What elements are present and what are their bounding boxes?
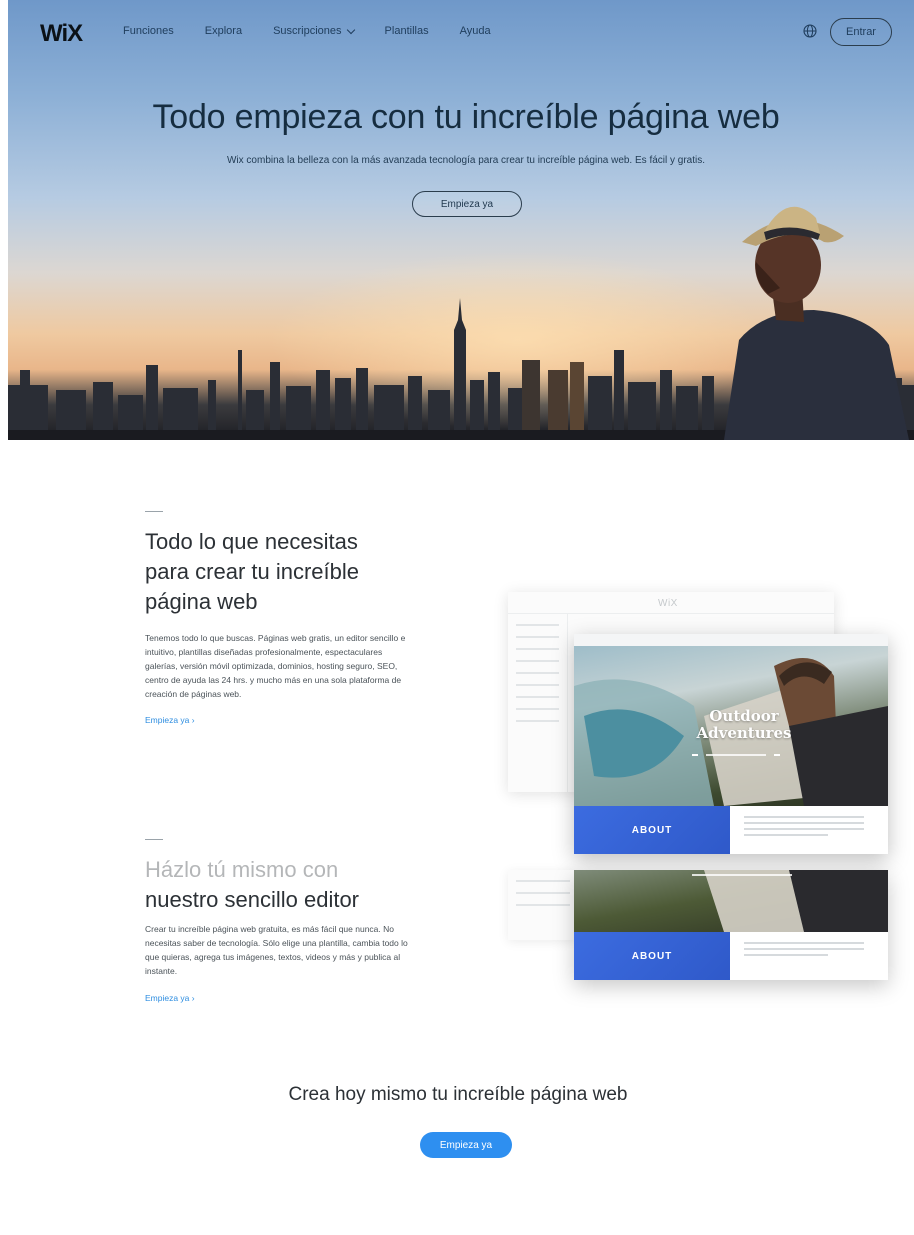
- about-label: ABOUT: [574, 932, 730, 980]
- hero-section: WiX Funciones Explora Suscripciones Plan…: [8, 0, 914, 440]
- nav-menu: Funciones Explora Suscripciones Plantill…: [123, 25, 522, 37]
- about-text-lines: [744, 942, 864, 960]
- feature1-title: Todo lo que necesitas para crear tu incr…: [145, 527, 359, 617]
- nav-item-label: Suscripciones: [273, 25, 342, 37]
- hero-start-button[interactable]: Empieza ya: [412, 191, 522, 217]
- feature1-description: Tenemos todo lo que buscas. Páginas web …: [145, 633, 406, 699]
- feature1-title-line: Todo lo que necesitas: [145, 529, 358, 554]
- feature2-title: Házlo tú mismo con nuestro sencillo edit…: [145, 855, 359, 915]
- login-button[interactable]: Entrar: [830, 18, 892, 46]
- nav-item-label: Ayuda: [459, 25, 491, 37]
- feature1-start-link[interactable]: Empieza ya ›: [145, 715, 195, 725]
- nav-item-suscripciones[interactable]: Suscripciones: [273, 25, 355, 37]
- bottom-start-button[interactable]: Empieza ya: [420, 1132, 512, 1158]
- about-text-lines: [744, 816, 864, 840]
- feature2-title-line: Házlo tú mismo con: [145, 857, 339, 882]
- globe-icon[interactable]: [803, 24, 817, 38]
- nav-item-funciones[interactable]: Funciones: [123, 25, 174, 37]
- feature1-title-line: página web: [145, 589, 258, 614]
- hero-person-image: [724, 206, 909, 440]
- template-preview-scrolled: ABOUT: [574, 870, 888, 980]
- site-hero-title: Outdoor Adventures: [696, 707, 792, 742]
- nav-item-explora[interactable]: Explora: [205, 25, 242, 37]
- editor-topbar: WiX: [508, 592, 834, 614]
- editor-logo: WiX: [658, 598, 678, 609]
- bottom-cta-title: Crea hoy mismo tu increíble página web: [288, 1084, 628, 1105]
- preview-topbar: [574, 634, 888, 646]
- about-label: ABOUT: [574, 806, 730, 854]
- template-preview: Outdoor Adventures ABOUT: [574, 634, 888, 854]
- about-section: ABOUT: [574, 932, 888, 980]
- top-navigation: WiX Funciones Explora Suscripciones Plan…: [8, 0, 914, 64]
- feature1-title-line: para crear tu increíble: [145, 559, 359, 584]
- editor-sidebar: [508, 614, 568, 792]
- feature2-start-link[interactable]: Empieza ya ›: [145, 993, 195, 1003]
- wix-logo[interactable]: WiX: [40, 20, 83, 48]
- nav-item-plantillas[interactable]: Plantillas: [385, 25, 429, 37]
- outdoor-adventures-photo: Outdoor Adventures: [574, 646, 888, 806]
- nav-item-label: Explora: [204, 25, 243, 37]
- site-hero-tagline: [692, 754, 780, 756]
- feature2-title-line: nuestro sencillo editor: [145, 887, 360, 912]
- hero-title: Todo empieza con tu increíble página web: [152, 98, 780, 136]
- hero-subtitle: Wix combina la belleza con la más avanza…: [226, 155, 706, 166]
- section-divider: [145, 511, 163, 512]
- nav-item-label: Plantillas: [384, 25, 429, 37]
- outdoor-adventures-photo: [574, 870, 888, 932]
- feature2-description: Crear tu increíble página web gratuita, …: [145, 924, 408, 976]
- editor-mockup-faded: [508, 870, 578, 940]
- nav-item-label: Funciones: [123, 25, 174, 37]
- nav-item-ayuda[interactable]: Ayuda: [460, 25, 491, 37]
- section-divider: [145, 839, 163, 840]
- hiker-with-map-image: [692, 870, 888, 932]
- chevron-down-icon: [346, 25, 355, 34]
- about-section: ABOUT: [574, 806, 888, 854]
